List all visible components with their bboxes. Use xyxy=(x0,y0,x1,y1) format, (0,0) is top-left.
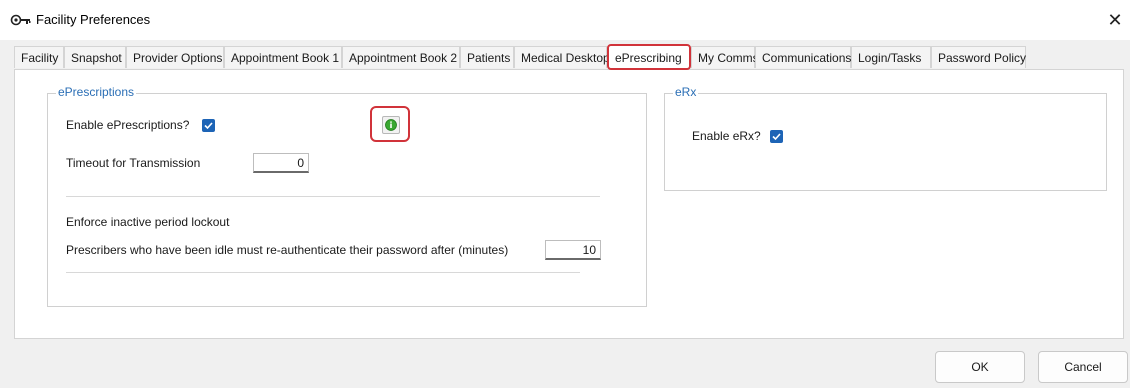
eprescriptions-group: ePrescriptions Enable ePrescriptions? Ti… xyxy=(47,85,647,307)
tab-label: Password Policy xyxy=(938,51,1027,65)
tab-label: Provider Options xyxy=(133,51,223,65)
cancel-button[interactable]: Cancel xyxy=(1038,351,1128,383)
window-title: Facility Preferences xyxy=(36,12,151,27)
idle-minutes-input[interactable]: 10 xyxy=(545,240,601,260)
tab-label: Appointment Book 2 xyxy=(349,51,458,65)
tab-label: Medical Desktop xyxy=(521,51,610,65)
tab-my-comms[interactable]: My Comms xyxy=(691,46,759,68)
separator xyxy=(66,196,600,197)
enable-erx-label: Enable eRx? xyxy=(692,129,761,143)
green-info-icon xyxy=(385,119,397,131)
close-button[interactable]: ✕ xyxy=(1100,6,1130,34)
tab-appointment-book-1[interactable]: Appointment Book 1 xyxy=(224,46,342,68)
tab-patients[interactable]: Patients xyxy=(460,46,514,68)
separator xyxy=(66,272,580,273)
tab-eprescribing[interactable]: ePrescribing xyxy=(607,44,691,70)
timeout-label: Timeout for Transmission xyxy=(66,156,201,170)
eprescribing-panel: ePrescriptions Enable ePrescriptions? Ti… xyxy=(14,69,1124,339)
key-icon xyxy=(10,13,32,27)
tab-label: Communications xyxy=(762,51,852,65)
tab-label: Appointment Book 1 xyxy=(231,51,340,65)
tab-label: ePrescribing xyxy=(615,51,682,65)
title-bar: Facility Preferences ✕ xyxy=(0,0,1130,40)
erx-group: eRx Enable eRx? xyxy=(664,85,1107,191)
close-icon: ✕ xyxy=(1107,10,1123,30)
tab-password-policy[interactable]: Password Policy xyxy=(931,46,1026,68)
enable-eprescriptions-checkbox[interactable] xyxy=(202,119,215,132)
eprescriptions-group-title: ePrescriptions xyxy=(56,85,137,99)
enable-erx-checkbox[interactable] xyxy=(770,130,783,143)
idle-reauth-label: Prescribers who have been idle must re-a… xyxy=(66,243,509,257)
ok-button[interactable]: OK xyxy=(935,351,1025,383)
info-button-face xyxy=(382,116,400,134)
tab-label: Login/Tasks xyxy=(858,51,922,65)
checkmark-icon xyxy=(204,122,213,130)
erx-group-title: eRx xyxy=(673,85,699,99)
enforce-lockout-label: Enforce inactive period lockout xyxy=(66,215,230,229)
tab-provider-options[interactable]: Provider Options xyxy=(126,46,224,68)
tab-snapshot[interactable]: Snapshot xyxy=(64,46,126,68)
info-button[interactable] xyxy=(370,106,410,142)
timeout-input[interactable]: 0 xyxy=(253,153,309,173)
checkmark-icon xyxy=(772,133,781,141)
tab-label: Patients xyxy=(467,51,511,65)
tab-medical-desktop[interactable]: Medical Desktop xyxy=(514,46,610,68)
tab-label: Facility xyxy=(21,51,59,65)
tab-facility[interactable]: Facility xyxy=(14,46,64,68)
tab-login-tasks[interactable]: Login/Tasks xyxy=(851,46,931,68)
enable-eprescriptions-label: Enable ePrescriptions? xyxy=(66,118,190,132)
tab-label: My Comms xyxy=(698,51,759,65)
tab-appointment-book-2[interactable]: Appointment Book 2 xyxy=(342,46,460,68)
tab-communications[interactable]: Communications xyxy=(755,46,851,68)
tab-strip: Facility Snapshot Provider Options Appoi… xyxy=(14,44,1124,70)
tab-label: Snapshot xyxy=(71,51,122,65)
